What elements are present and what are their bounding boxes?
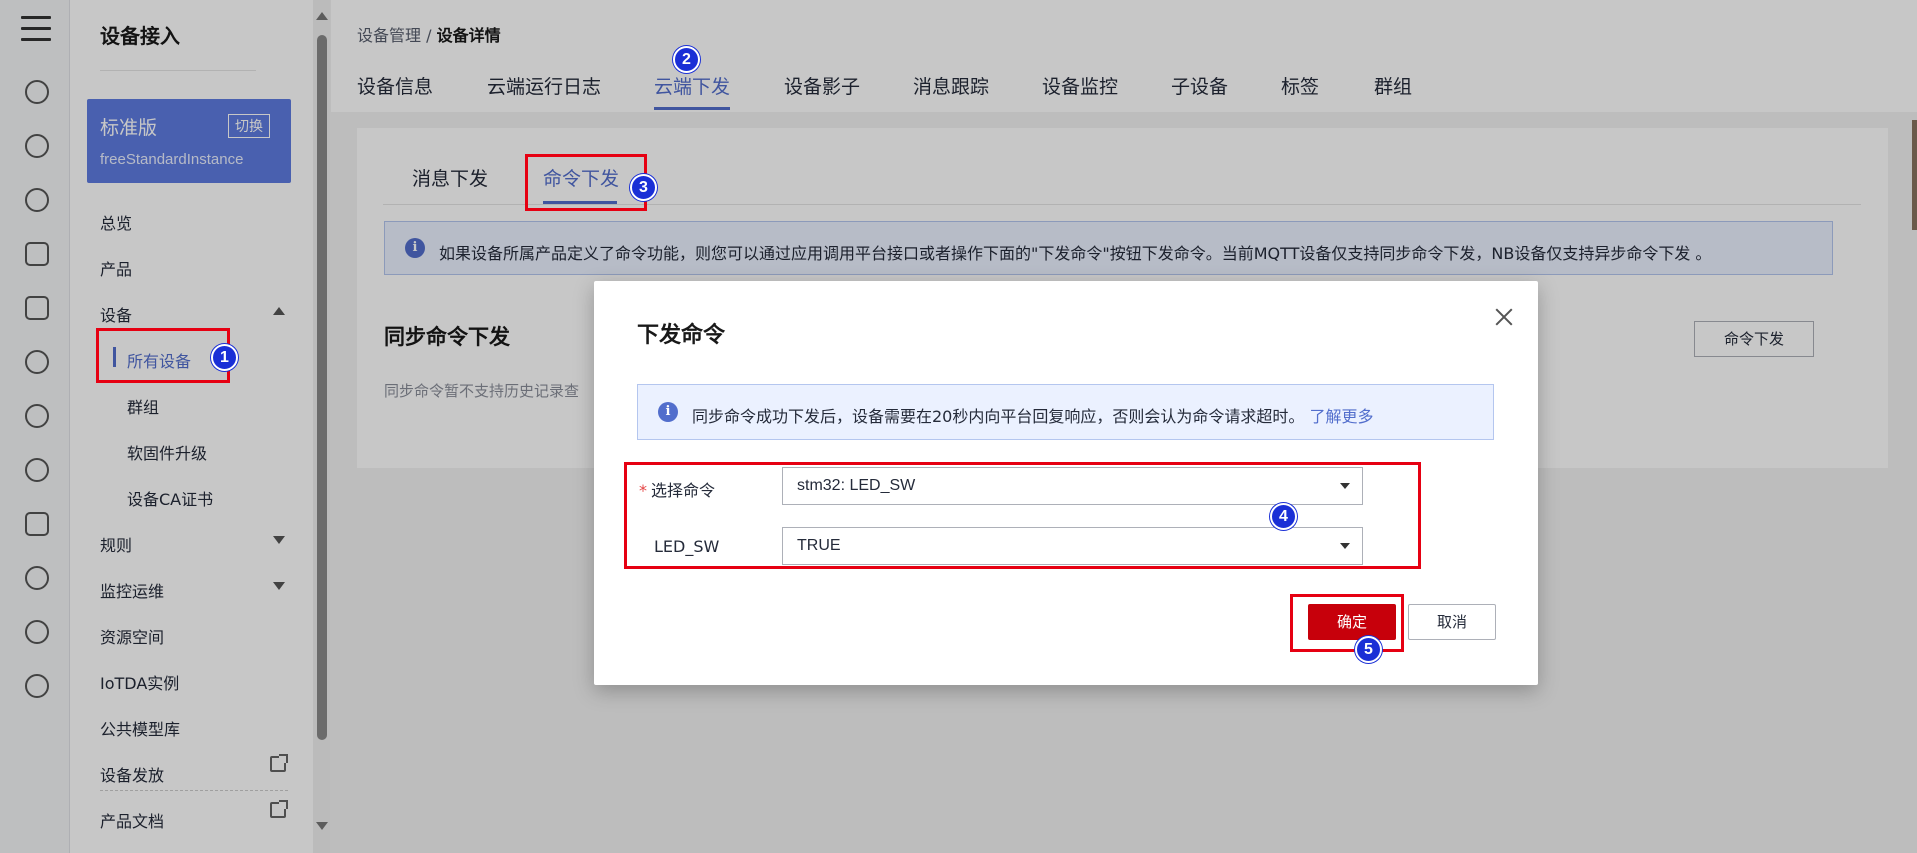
annotation-box-form xyxy=(624,462,1421,569)
step-badge-2: 2 xyxy=(673,46,700,73)
step-badge-4: 4 xyxy=(1270,503,1297,530)
info-icon: i xyxy=(658,402,678,422)
dialog-info-message: 同步命令成功下发后，设备需要在20秒内向平台回复响应，否则会认为命令请求超时。 xyxy=(692,407,1305,426)
annotation-box-command-tab xyxy=(525,154,647,211)
cancel-button[interactable]: 取消 xyxy=(1408,604,1496,640)
step-badge-1: 1 xyxy=(211,344,238,371)
dialog-title: 下发命令 xyxy=(637,323,726,348)
dialog-info-text: 同步命令成功下发后，设备需要在20秒内向平台回复响应，否则会认为命令请求超时。 … xyxy=(692,403,1373,427)
learn-more-link[interactable]: 了解更多 xyxy=(1309,407,1373,426)
step-badge-3: 3 xyxy=(630,174,657,201)
dialog-info-banner: i 同步命令成功下发后，设备需要在20秒内向平台回复响应，否则会认为命令请求超时… xyxy=(637,384,1494,440)
window-edge xyxy=(1912,120,1917,230)
close-icon[interactable] xyxy=(1493,306,1515,328)
annotation-box-all-devices xyxy=(96,328,230,383)
annotation-box-confirm xyxy=(1290,594,1404,652)
step-badge-5: 5 xyxy=(1355,636,1382,663)
